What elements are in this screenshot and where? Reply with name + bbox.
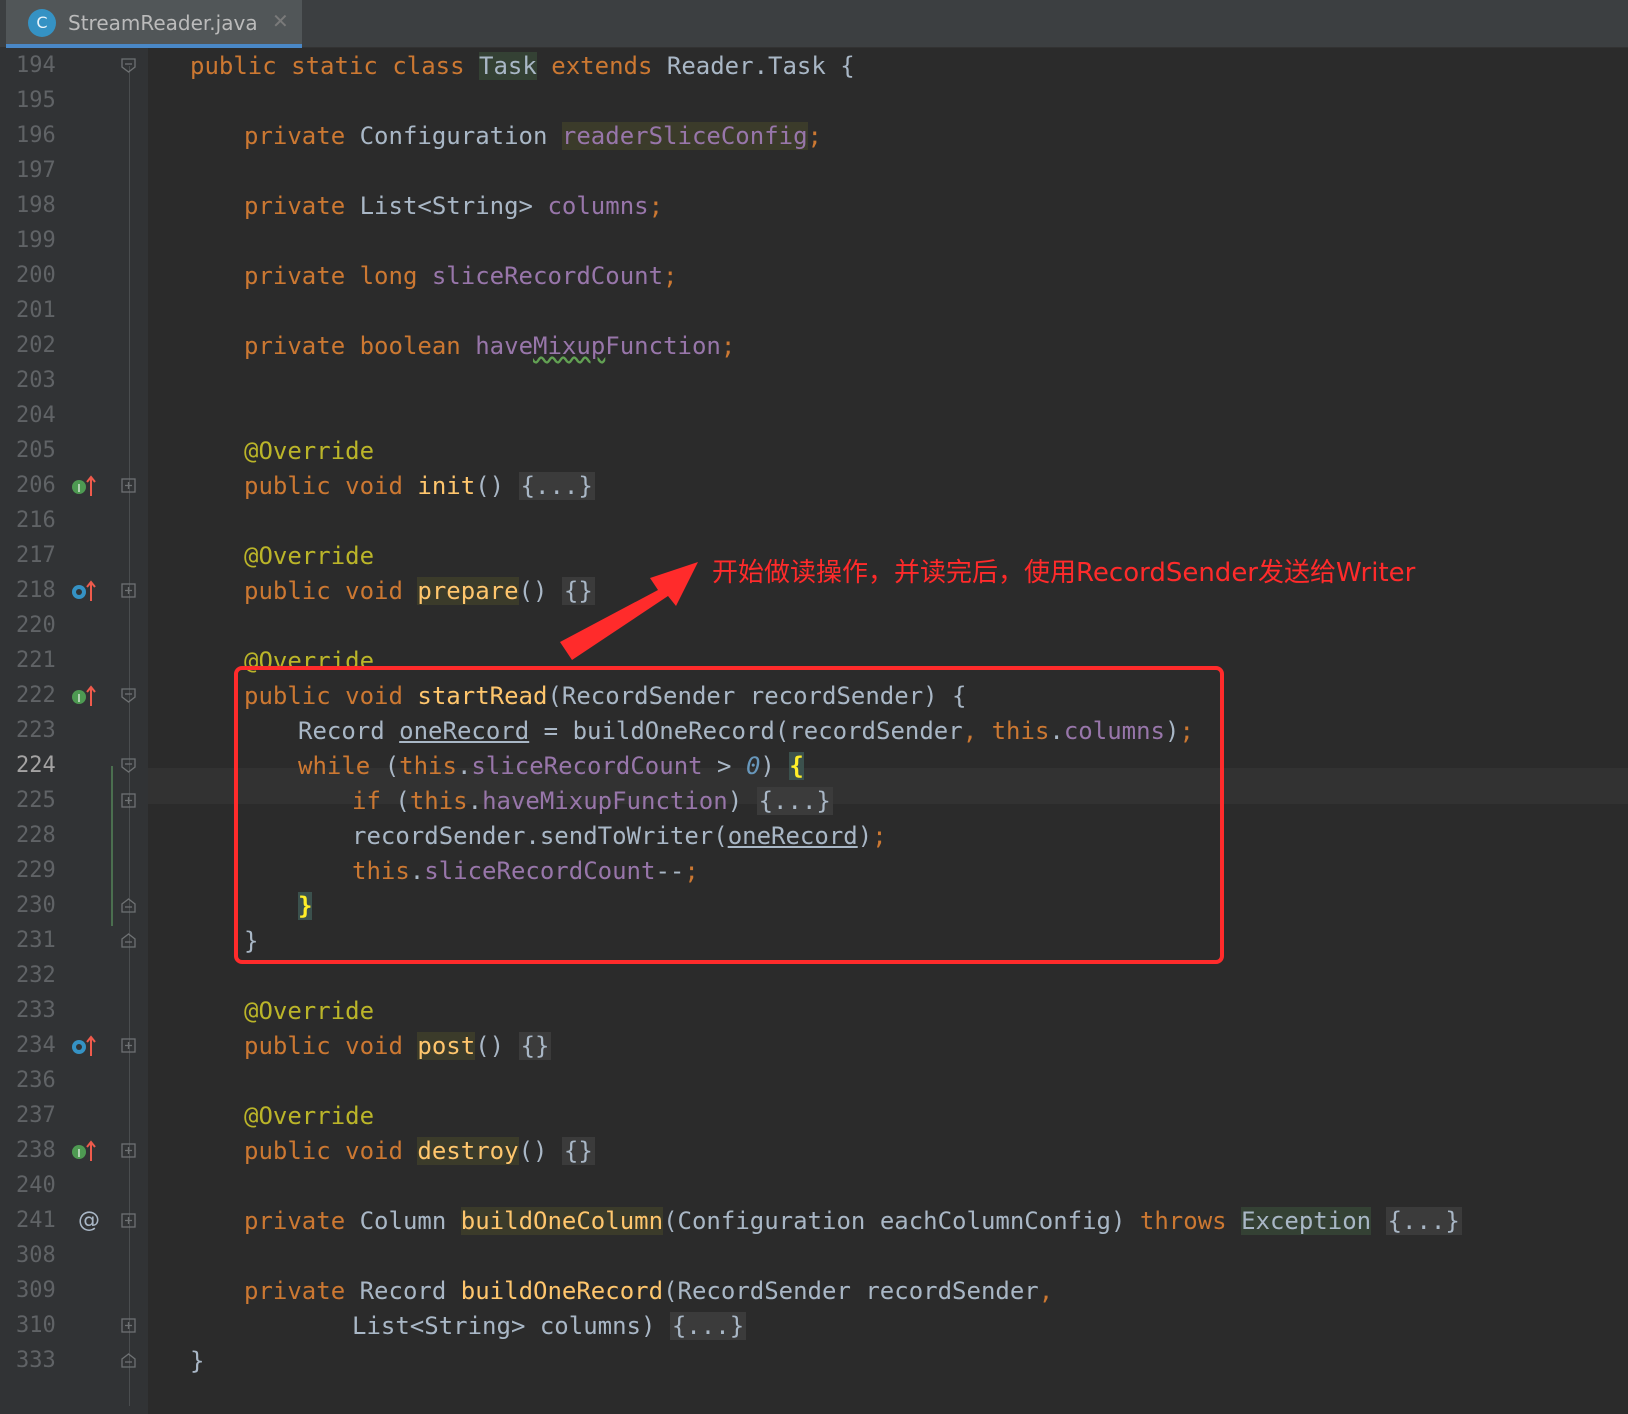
annotation-note: 开始做读操作，并读完后，使用RecordSender发送给Writer — [712, 558, 1416, 588]
annotation-arrow-icon — [560, 562, 698, 660]
